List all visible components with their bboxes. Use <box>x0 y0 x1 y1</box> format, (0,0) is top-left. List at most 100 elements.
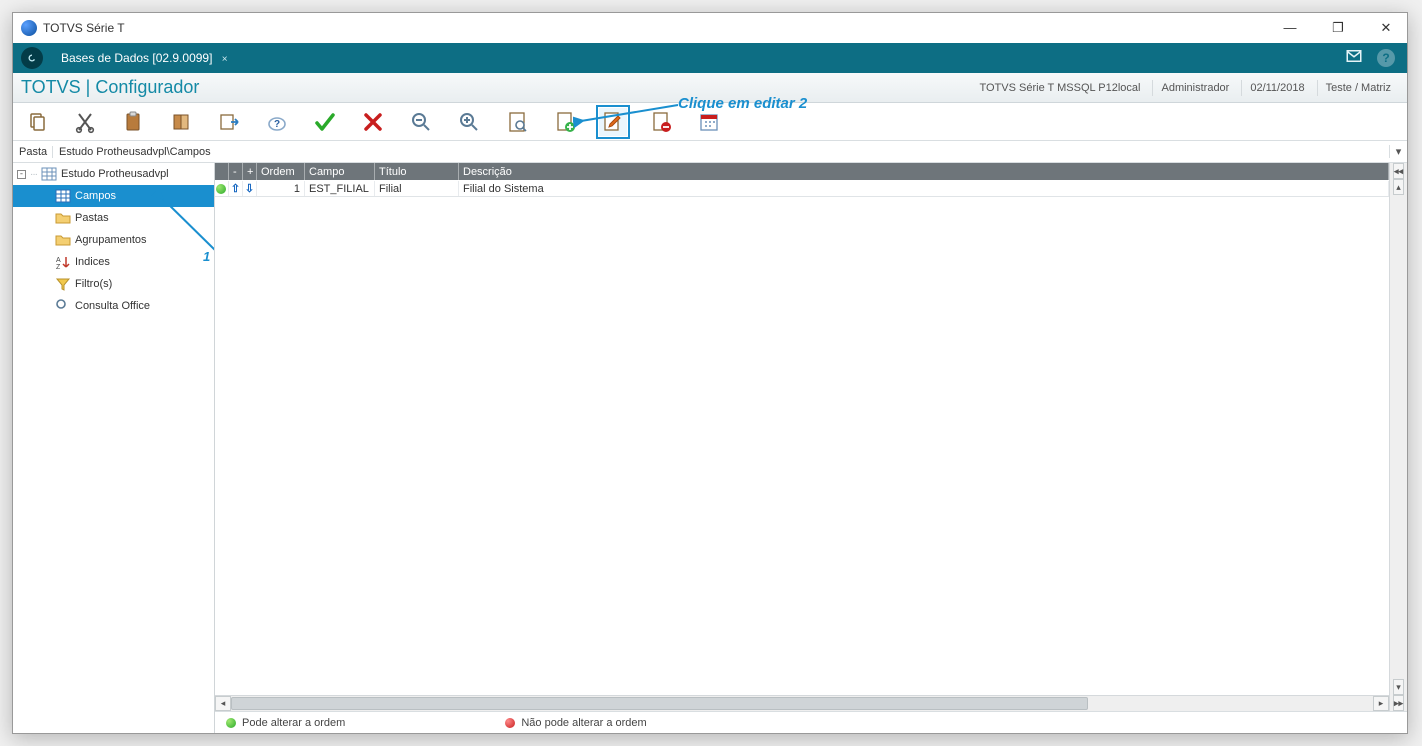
tree-item-filtros[interactable]: Filtro(s) <box>13 273 214 295</box>
app-window: TOTVS Série T — ❐ ✕ Bases de Dados [02.9… <box>12 12 1408 734</box>
tree-item-label: Filtro(s) <box>75 278 112 290</box>
tree-item-indices[interactable]: AZ Indices <box>13 251 214 273</box>
module-title: TOTVS | Configurador <box>21 77 199 98</box>
legend-ok-label: Pode alterar a ordem <box>242 717 345 729</box>
green-dot-icon <box>226 718 236 728</box>
grid-header-minus[interactable]: - <box>229 163 243 180</box>
row-campo: EST_FILIAL <box>305 181 375 196</box>
maximize-button[interactable]: ❐ <box>1325 20 1351 36</box>
tree-collapse-icon[interactable]: - <box>17 170 26 179</box>
row-move-up-icon[interactable]: ⇧ <box>229 181 243 196</box>
sort-icon: AZ <box>55 254 71 270</box>
tree-item-campos[interactable]: Campos <box>13 185 214 207</box>
search-icon <box>55 298 71 314</box>
toolbar: ? Clique em editar 2 <box>13 103 1407 141</box>
tree-item-label: Agrupamentos <box>75 234 147 246</box>
vertical-scrollbar[interactable]: ◂◂ ▴ ▾ ▸▸ <box>1389 163 1407 711</box>
confirm-button[interactable] <box>311 108 339 136</box>
legend-can-reorder: Pode alterar a ordem <box>225 717 345 729</box>
main-body: - ··· Estudo Protheusadvpl Campos Pastas… <box>13 163 1407 733</box>
path-dropdown-icon[interactable]: ▾ <box>1389 145 1407 158</box>
zoom-in-button[interactable] <box>455 108 483 136</box>
delete-button[interactable] <box>647 108 675 136</box>
home-icon[interactable] <box>21 47 43 69</box>
tree-item-label: Consulta Office <box>75 300 150 312</box>
title-bar: TOTVS Série T — ❐ ✕ <box>13 13 1407 43</box>
grid-header: - + Ordem Campo Título Descrição <box>215 163 1389 181</box>
app-icon <box>21 20 37 36</box>
scroll-thumb[interactable] <box>231 697 1088 710</box>
scroll-left-icon[interactable]: ◂ <box>215 696 231 711</box>
status-date: 02/11/2018 <box>1241 80 1312 96</box>
row-move-down-icon[interactable]: ⇩ <box>243 181 257 196</box>
table-icon <box>55 188 71 204</box>
status-user: Administrador <box>1152 80 1237 96</box>
close-button[interactable]: ✕ <box>1373 20 1399 36</box>
zoom-out-button[interactable] <box>407 108 435 136</box>
edit-button[interactable] <box>599 108 627 136</box>
path-label: Pasta <box>13 146 53 158</box>
tab-close-icon[interactable]: × <box>222 54 228 65</box>
copy-button[interactable] <box>23 108 51 136</box>
path-row: Pasta Estudo Protheusadvpl\Campos ▾ <box>13 141 1407 163</box>
grid-row[interactable]: ⇧ ⇩ 1 EST_FILIAL Filial Filial do Sistem… <box>215 181 1389 197</box>
grid-footer-legend: Pode alterar a ordem Não pode alterar a … <box>215 711 1407 733</box>
annotation-edit-hint: Clique em editar 2 <box>678 95 807 112</box>
cancel-button[interactable] <box>359 108 387 136</box>
cut-button[interactable] <box>71 108 99 136</box>
tree-item-agrupamentos[interactable]: Agrupamentos <box>13 229 214 251</box>
status-bar: TOTVS Série T MSSQL P12local Administrad… <box>971 80 1399 96</box>
ribbon-tab-databases[interactable]: Bases de Dados [02.9.0099] × <box>53 49 236 67</box>
filter-icon <box>55 276 71 292</box>
tree-item-label: Campos <box>75 190 116 202</box>
row-descricao: Filial do Sistema <box>459 181 1389 196</box>
status-env: TOTVS Série T MSSQL P12local <box>971 80 1148 96</box>
horizontal-scrollbar[interactable]: ◂ ▸ <box>215 695 1389 711</box>
tree-item-consulta-office[interactable]: Consulta Office <box>13 295 214 317</box>
scroll-top-icon[interactable]: ◂◂ <box>1393 163 1404 179</box>
row-titulo: Filial <box>375 181 459 196</box>
help-icon[interactable]: ? <box>1377 49 1395 67</box>
nav-tree: - ··· Estudo Protheusadvpl Campos Pastas… <box>13 163 215 733</box>
row-status-icon <box>215 181 229 196</box>
grid-header-plus[interactable]: + <box>243 163 257 180</box>
annotation-number-1: 1 <box>203 249 210 264</box>
mail-icon[interactable] <box>1345 47 1363 70</box>
grid-area: - + Ordem Campo Título Descrição ⇧ ⇩ 1 <box>215 163 1407 733</box>
legend-cannot-reorder: Não pode alterar a ordem <box>505 717 646 729</box>
scroll-up-icon[interactable]: ▴ <box>1393 179 1404 195</box>
red-dot-icon <box>505 718 515 728</box>
scroll-right-icon[interactable]: ▸ <box>1373 696 1389 711</box>
tree-root[interactable]: - ··· Estudo Protheusadvpl <box>13 163 214 185</box>
ribbon-tab-label: Bases de Dados [02.9.0099] <box>61 51 212 65</box>
grid-header-descricao[interactable]: Descrição <box>459 163 1389 180</box>
book-button[interactable] <box>167 108 195 136</box>
path-value: Estudo Protheusadvpl\Campos <box>53 146 1389 158</box>
grid-header-titulo[interactable]: Título <box>375 163 459 180</box>
table-icon <box>41 166 57 182</box>
export-button[interactable] <box>215 108 243 136</box>
svg-text:?: ? <box>274 119 280 130</box>
scroll-bottom-icon[interactable]: ▸▸ <box>1393 695 1404 711</box>
preview-button[interactable] <box>503 108 531 136</box>
new-button[interactable] <box>551 108 579 136</box>
tree-root-label: Estudo Protheusadvpl <box>61 168 169 180</box>
help-button[interactable]: ? <box>263 108 291 136</box>
tree-item-pastas[interactable]: Pastas <box>13 207 214 229</box>
status-branch: Teste / Matriz <box>1317 80 1399 96</box>
paste-button[interactable] <box>119 108 147 136</box>
grid-header-status[interactable] <box>215 163 229 180</box>
scroll-down-icon[interactable]: ▾ <box>1393 679 1404 695</box>
ribbon-bar: Bases de Dados [02.9.0099] × ? <box>13 43 1407 73</box>
tree-item-label: Indices <box>75 256 110 268</box>
window-title: TOTVS Série T <box>43 21 1277 35</box>
tree-item-label: Pastas <box>75 212 109 224</box>
grid-header-campo[interactable]: Campo <box>305 163 375 180</box>
grid-body: ⇧ ⇩ 1 EST_FILIAL Filial Filial do Sistem… <box>215 181 1389 695</box>
folder-icon <box>55 232 71 248</box>
minimize-button[interactable]: — <box>1277 20 1303 36</box>
folder-icon <box>55 210 71 226</box>
grid-header-ordem[interactable]: Ordem <box>257 163 305 180</box>
svg-text:Z: Z <box>56 264 61 270</box>
legend-no-label: Não pode alterar a ordem <box>521 717 646 729</box>
